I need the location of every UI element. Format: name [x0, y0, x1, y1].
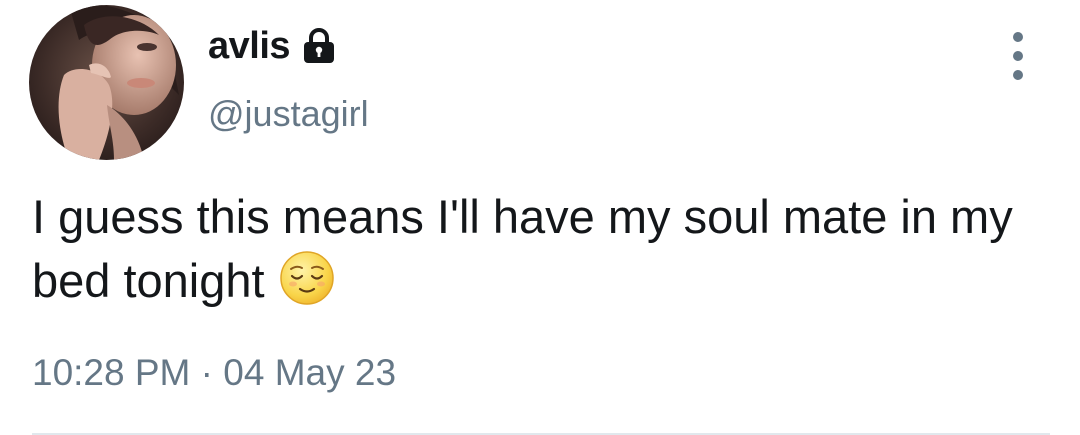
- avatar[interactable]: [29, 5, 184, 160]
- more-options-button[interactable]: [1000, 32, 1036, 80]
- tweet-text: I guess this means I'll have my soul mat…: [32, 190, 1013, 307]
- more-vertical-icon-dot: [1013, 70, 1023, 80]
- tweet-date: 04 May 23: [223, 352, 397, 393]
- more-vertical-icon-dot: [1013, 51, 1023, 61]
- tweet-timestamp[interactable]: 10:28 PM · 04 May 23: [32, 352, 396, 394]
- user-handle[interactable]: @justagirl: [208, 93, 369, 135]
- timestamp-separator: ·: [200, 352, 213, 393]
- display-name[interactable]: avlis: [208, 25, 291, 68]
- relieved-face-emoji-icon: [279, 250, 335, 306]
- tweet-time: 10:28 PM: [32, 352, 191, 393]
- more-vertical-icon: [1013, 32, 1023, 42]
- lock-icon: [300, 27, 338, 65]
- user-name-row: avlis: [208, 22, 338, 70]
- tweet-body: I guess this means I'll have my soul mat…: [32, 185, 1072, 313]
